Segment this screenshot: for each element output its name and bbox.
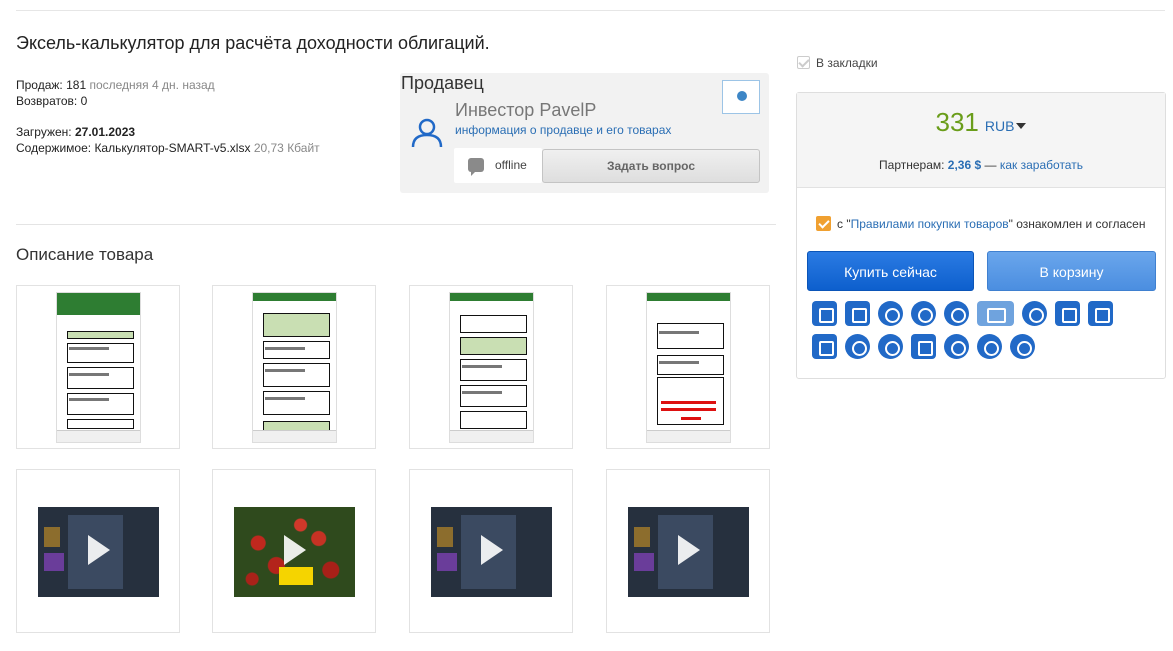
spreadsheet-screenshot	[646, 292, 731, 443]
status-text: offline	[495, 158, 527, 172]
product-stats: Продаж: 181 последняя 4 дн. назад Возвра…	[16, 77, 320, 156]
play-icon[interactable]	[88, 535, 110, 565]
gallery-thumb-3[interactable]	[409, 285, 573, 449]
content-line: Содержимое: Калькулятор-SMART-v5.xlsx 20…	[16, 140, 320, 156]
unionpay-icon[interactable]	[977, 301, 1014, 326]
webmoney-alt-icon[interactable]	[1010, 334, 1035, 359]
ethereum-icon[interactable]	[977, 334, 1002, 359]
spreadsheet-screenshot	[56, 292, 141, 443]
seller-heading: Продавец	[401, 73, 484, 93]
play-icon[interactable]	[481, 535, 503, 565]
section-divider	[16, 224, 776, 225]
sales-line: Продаж: 181 последняя 4 дн. назад	[16, 77, 320, 93]
buy-now-button[interactable]: Купить сейчас	[807, 251, 974, 291]
purchase-rules-link[interactable]: Правилами покупки товаров	[851, 217, 1009, 231]
partner-line: Партнерам: 2,36 $ — как заработать	[797, 158, 1165, 172]
seller-status: offline	[454, 148, 542, 183]
uploaded-line: Загружен: 27.01.2023	[16, 124, 320, 140]
play-icon[interactable]	[678, 535, 700, 565]
gallery-thumb-6[interactable]	[212, 469, 376, 633]
seller-info-link[interactable]: информация о продавце и его товарах	[455, 123, 671, 137]
spreadsheet-screenshot	[252, 292, 337, 443]
bank-card-icon[interactable]	[812, 301, 837, 326]
qiwi-icon[interactable]	[911, 301, 936, 326]
gallery-thumb-5[interactable]	[16, 469, 180, 633]
gallery-thumb-1[interactable]	[16, 285, 180, 449]
chat-icon	[468, 158, 484, 176]
chevron-down-icon[interactable]	[1016, 123, 1027, 129]
gallery-thumb-4[interactable]	[606, 285, 770, 449]
sbp-icon[interactable]	[1088, 301, 1113, 326]
agreement: с "Правилами покупки товаров" ознакомлен…	[816, 216, 1145, 231]
agreement-checkbox[interactable]	[816, 216, 831, 231]
purchase-card: 331 RUB Партнерам: 2,36 $ — как заработат…	[796, 92, 1166, 379]
content-label: Содержимое:	[16, 141, 92, 155]
partner-amount: 2,36 $	[947, 158, 982, 172]
litecoin-icon[interactable]	[878, 334, 903, 359]
video-preview	[234, 507, 355, 597]
sales-label: Продаж:	[16, 78, 63, 92]
gift-icon[interactable]	[812, 334, 837, 359]
video-preview	[431, 507, 552, 597]
product-title: Эксель-калькулятор для расчёта доходност…	[16, 33, 490, 53]
currency-select[interactable]: RUB	[985, 118, 1015, 134]
gallery-thumb-2[interactable]	[212, 285, 376, 449]
partner-separator: —	[984, 158, 997, 172]
bookmark-toggle[interactable]: В закладки	[797, 56, 878, 70]
payment-methods-row-2	[812, 334, 1152, 359]
top-divider	[16, 10, 1165, 11]
gallery-thumb-7[interactable]	[409, 469, 573, 633]
ask-question-button[interactable]: Задать вопрос	[542, 149, 760, 183]
agreement-suffix: " ознакомлен и согласен	[1008, 217, 1146, 231]
spreadsheet-screenshot	[449, 292, 534, 443]
returns-label: Возвратов:	[16, 94, 78, 108]
bookmark-checkbox[interactable]	[797, 56, 810, 69]
uploaded-label: Загружен:	[16, 125, 72, 139]
diamond-icon[interactable]	[1055, 301, 1080, 326]
description-heading: Описание товара	[16, 245, 154, 264]
seller-certificate-icon[interactable]	[722, 80, 760, 114]
play-icon[interactable]	[284, 535, 306, 565]
returns-line: Возвратов: 0	[16, 93, 320, 109]
returns-count: 0	[80, 94, 88, 108]
bank-card-alt-icon[interactable]	[845, 301, 870, 326]
price: 331 RUB	[797, 107, 1165, 138]
webmoney-icon[interactable]	[878, 301, 903, 326]
content-size: 20,73 Кбайт	[253, 141, 320, 155]
video-preview	[38, 507, 159, 597]
last-sale: последняя 4 дн. назад	[89, 78, 215, 92]
tether-icon[interactable]	[944, 334, 969, 359]
shopping-cart-icon[interactable]	[911, 334, 936, 359]
user-icon	[411, 118, 443, 148]
seller-name[interactable]: Инвестор PavelP	[455, 100, 596, 121]
payment-methods-row-1	[812, 301, 1152, 326]
steam-icon[interactable]	[944, 301, 969, 326]
gallery-thumb-8[interactable]	[606, 469, 770, 633]
bitcoin-icon[interactable]	[845, 334, 870, 359]
content-file: Калькулятор-SMART-v5.xlsx	[94, 141, 251, 155]
bookmark-label: В закладки	[816, 56, 878, 70]
agreement-prefix: с "	[837, 217, 851, 231]
price-value: 331	[935, 107, 979, 137]
partner-earn-link[interactable]: как заработать	[1000, 158, 1083, 172]
partner-label: Партнерам:	[879, 158, 945, 172]
video-preview	[628, 507, 749, 597]
price-area: 331 RUB Партнерам: 2,36 $ — как заработат…	[797, 93, 1165, 188]
uploaded-date: 27.01.2023	[74, 125, 136, 139]
opay-icon[interactable]	[1022, 301, 1047, 326]
add-to-cart-button[interactable]: В корзину	[987, 251, 1156, 291]
sales-count: 181	[66, 78, 87, 92]
